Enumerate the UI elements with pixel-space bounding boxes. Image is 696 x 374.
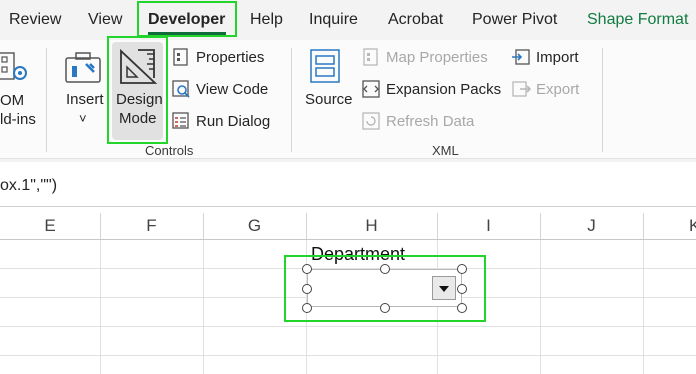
group-separator	[602, 48, 603, 152]
grid-line	[0, 355, 696, 356]
import-icon[interactable]	[511, 48, 531, 66]
tab-review[interactable]: Review	[9, 10, 61, 30]
insert-dropdown-arrow[interactable]: ˅	[79, 110, 87, 128]
column-divider[interactable]	[437, 213, 438, 239]
tab-power-pivot[interactable]: Power Pivot	[472, 10, 557, 30]
column-divider[interactable]	[100, 213, 101, 239]
map-properties-icon	[363, 48, 378, 66]
properties-button[interactable]: Properties	[196, 49, 264, 67]
column-header-g[interactable]: G	[203, 213, 306, 239]
xml-group-label: XML	[432, 143, 459, 158]
run-dialog-icon[interactable]	[172, 112, 190, 130]
controls-group-label: Controls	[145, 143, 194, 158]
refresh-data-button: Refresh Data	[386, 113, 475, 130]
column-header-j[interactable]: J	[540, 213, 643, 239]
com-addins-label-1: OM	[0, 92, 25, 109]
tab-shape-format[interactable]: Shape Format	[587, 10, 688, 30]
refresh-data-icon	[362, 112, 380, 130]
tab-view[interactable]: View	[88, 10, 122, 30]
expansion-packs-button[interactable]: Expansion Packs	[386, 81, 501, 99]
grid-line	[643, 240, 644, 374]
view-code-icon[interactable]	[172, 80, 190, 98]
column-header-e[interactable]: E	[0, 213, 100, 239]
export-icon	[512, 81, 531, 97]
com-addins-label-2: ld-ins	[0, 111, 36, 128]
source-button[interactable]: Source	[305, 91, 353, 109]
column-header-h[interactable]: H	[306, 213, 437, 239]
insert-label[interactable]: Insert	[66, 91, 104, 109]
column-header-f[interactable]: F	[100, 213, 203, 239]
tab-help[interactable]: Help	[250, 10, 283, 30]
developer-tab-highlight	[137, 1, 237, 37]
tab-acrobat[interactable]: Acrobat	[388, 10, 443, 30]
column-divider[interactable]	[540, 213, 541, 239]
grid-line	[100, 240, 101, 374]
formula-bar-text[interactable]: ox.1","")	[0, 177, 57, 195]
export-button: Export	[536, 81, 580, 98]
column-divider[interactable]	[306, 213, 307, 239]
column-header-k[interactable]: K	[643, 213, 696, 239]
tab-inquire[interactable]: Inquire	[309, 10, 358, 30]
grid-line	[0, 326, 696, 327]
source-icon[interactable]	[309, 48, 343, 86]
com-addins-icon[interactable]	[0, 47, 32, 87]
grid-line	[203, 240, 204, 374]
view-code-button[interactable]: View Code	[196, 81, 268, 99]
combo-box-highlight	[284, 255, 486, 322]
insert-controls-icon[interactable]	[64, 50, 104, 86]
column-divider[interactable]	[643, 213, 644, 239]
group-separator	[291, 48, 292, 152]
properties-icon[interactable]	[172, 48, 190, 66]
grid-line	[540, 240, 541, 374]
formula-bar[interactable]	[0, 166, 696, 207]
run-dialog-button[interactable]: Run Dialog	[196, 113, 270, 131]
column-divider[interactable]	[203, 213, 204, 239]
column-header-i[interactable]: I	[437, 213, 540, 239]
map-properties-button: Map Properties	[386, 49, 488, 66]
import-button[interactable]: Import	[536, 49, 579, 67]
design-mode-highlight	[107, 36, 168, 144]
expansion-packs-icon[interactable]	[362, 80, 380, 98]
group-separator	[46, 48, 47, 152]
